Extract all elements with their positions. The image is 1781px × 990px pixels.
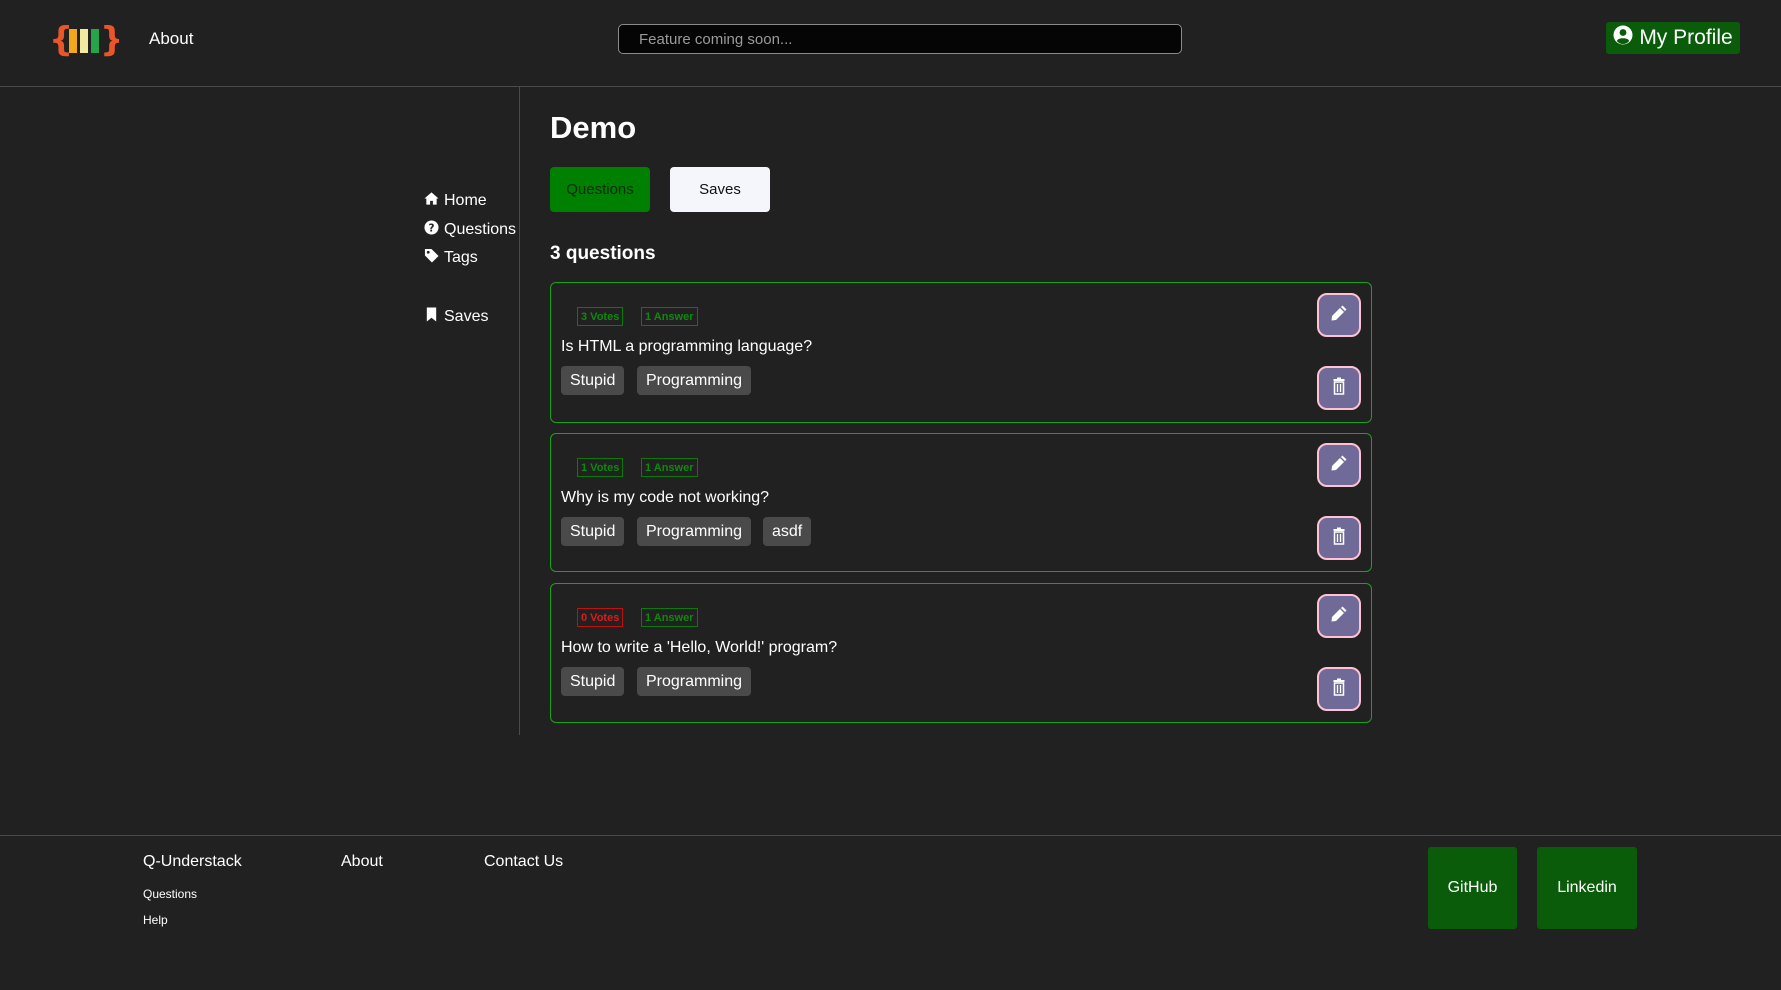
question-card[interactable]: 1 Votes 1 Answer Why is my code not work…	[550, 433, 1372, 572]
delete-button[interactable]	[1317, 366, 1361, 410]
user-circle-icon	[1613, 25, 1633, 51]
svg-text:?: ?	[429, 222, 435, 234]
answer-count-badge: 1 Answer	[641, 307, 698, 326]
edit-button[interactable]	[1317, 443, 1361, 487]
footer-divider	[0, 835, 1781, 836]
footer-link-contact[interactable]: Contact Us	[484, 853, 563, 871]
vote-count-badge: 3 Votes	[577, 307, 624, 326]
my-profile-label: My Profile	[1639, 26, 1733, 49]
sidebar-item-saves[interactable]: Saves	[424, 307, 488, 327]
vote-count-badge: 1 Votes	[577, 458, 624, 477]
page-title: Demo	[550, 110, 637, 145]
question-count: 3 questions	[550, 243, 656, 264]
delete-button[interactable]	[1317, 516, 1361, 560]
tag-chip[interactable]: Stupid	[561, 667, 625, 696]
site-logo[interactable]: { }	[49, 20, 124, 60]
question-title[interactable]: Why is my code not working?	[561, 489, 769, 507]
home-icon	[424, 191, 439, 211]
sidebar-item-label: Saves	[444, 308, 489, 325]
tag-icon	[424, 248, 439, 268]
pencil-icon	[1330, 605, 1348, 628]
search-input[interactable]	[618, 24, 1182, 54]
question-title[interactable]: How to write a 'Hello, World!' program?	[561, 639, 837, 657]
sidebar-item-label: Questions	[444, 221, 517, 238]
footer-brand: Q-Understack	[143, 853, 242, 870]
footer-link-help[interactable]: Help	[143, 913, 168, 927]
pencil-icon	[1330, 454, 1348, 477]
question-title[interactable]: Is HTML a programming language?	[561, 338, 812, 356]
pencil-icon	[1330, 304, 1348, 327]
sidebar-item-tags[interactable]: Tags	[424, 248, 478, 268]
tag-chip[interactable]: Programming	[637, 517, 752, 546]
tag-chip[interactable]: Stupid	[561, 517, 625, 546]
sidebar-item-home[interactable]: Home	[424, 191, 487, 211]
tag-chip[interactable]: Programming	[637, 366, 752, 395]
footer-link-questions[interactable]: Questions	[143, 887, 197, 901]
tag-chip[interactable]: asdf	[763, 517, 812, 546]
sidebar-item-questions[interactable]: ? Questions	[424, 220, 516, 240]
edit-button[interactable]	[1317, 594, 1361, 638]
bookmark-icon	[424, 307, 439, 327]
edit-button[interactable]	[1317, 293, 1361, 337]
trash-icon	[1330, 377, 1348, 400]
tag-chip[interactable]: Programming	[637, 667, 752, 696]
answer-count-badge: 1 Answer	[641, 608, 698, 627]
tag-chip[interactable]: Stupid	[561, 366, 625, 395]
trash-icon	[1330, 527, 1348, 550]
github-button[interactable]: GitHub	[1428, 847, 1517, 929]
question-card[interactable]: 3 Votes 1 Answer Is HTML a programming l…	[550, 282, 1372, 423]
footer-link-about[interactable]: About	[341, 853, 383, 871]
sidebar-item-label: Home	[444, 192, 487, 209]
vote-count-badge: 0 Votes	[577, 608, 624, 627]
question-card[interactable]: 0 Votes 1 Answer How to write a 'Hello, …	[550, 583, 1372, 723]
question-circle-icon: ?	[424, 220, 439, 240]
sidebar-divider	[519, 87, 520, 735]
delete-button[interactable]	[1317, 667, 1361, 711]
nav-about-link[interactable]: About	[149, 29, 193, 49]
answer-count-badge: 1 Answer	[641, 458, 698, 477]
top-navbar: { } About My Profile	[0, 0, 1781, 87]
tab-saves[interactable]: Saves	[670, 167, 770, 212]
linkedin-button[interactable]: Linkedin	[1537, 847, 1637, 929]
tab-questions[interactable]: Questions	[550, 167, 650, 212]
trash-icon	[1330, 678, 1348, 701]
sidebar-item-label: Tags	[444, 249, 478, 266]
my-profile-button[interactable]: My Profile	[1606, 22, 1740, 54]
svg-text:}: }	[100, 20, 119, 60]
